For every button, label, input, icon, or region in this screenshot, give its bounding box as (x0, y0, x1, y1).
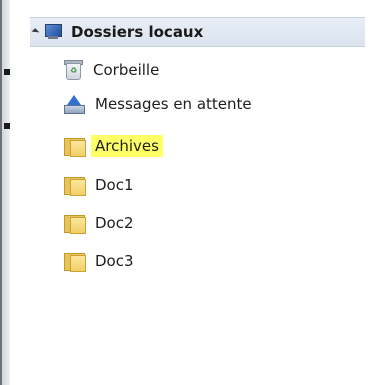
tree-root-local-folders[interactable]: Dossiers locaux (30, 17, 365, 47)
tree-item-archives[interactable]: Archives (63, 130, 163, 162)
folder-icon (63, 213, 86, 234)
tree-item-label: Archives (91, 135, 163, 157)
monitor-icon (43, 23, 63, 41)
trash-icon: ♻ (63, 59, 83, 81)
folder-icon (63, 136, 86, 157)
expand-arrow-icon[interactable] (31, 28, 40, 36)
tree-item-label: Messages en attente (95, 95, 252, 113)
outbox-icon (63, 93, 85, 115)
tree-root-label: Dossiers locaux (71, 23, 204, 41)
tree-item-label: Doc3 (95, 252, 134, 270)
folder-tree-pane: Dossiers locaux ♻ Corbeille Messages en … (10, 0, 371, 385)
tree-item-doc1[interactable]: Doc1 (63, 169, 134, 201)
tree-item-label: Corbeille (93, 61, 160, 79)
folder-icon (63, 251, 86, 272)
tree-item-messages-en-attente[interactable]: Messages en attente (63, 88, 252, 120)
tree-item-corbeille[interactable]: ♻ Corbeille (63, 54, 159, 86)
tree-item-label: Doc2 (95, 214, 134, 232)
window-left-border (0, 0, 10, 385)
tree-item-label: Doc1 (95, 176, 134, 194)
folder-icon (63, 175, 86, 196)
tree-item-doc3[interactable]: Doc3 (63, 245, 134, 277)
tree-item-doc2[interactable]: Doc2 (63, 207, 134, 239)
